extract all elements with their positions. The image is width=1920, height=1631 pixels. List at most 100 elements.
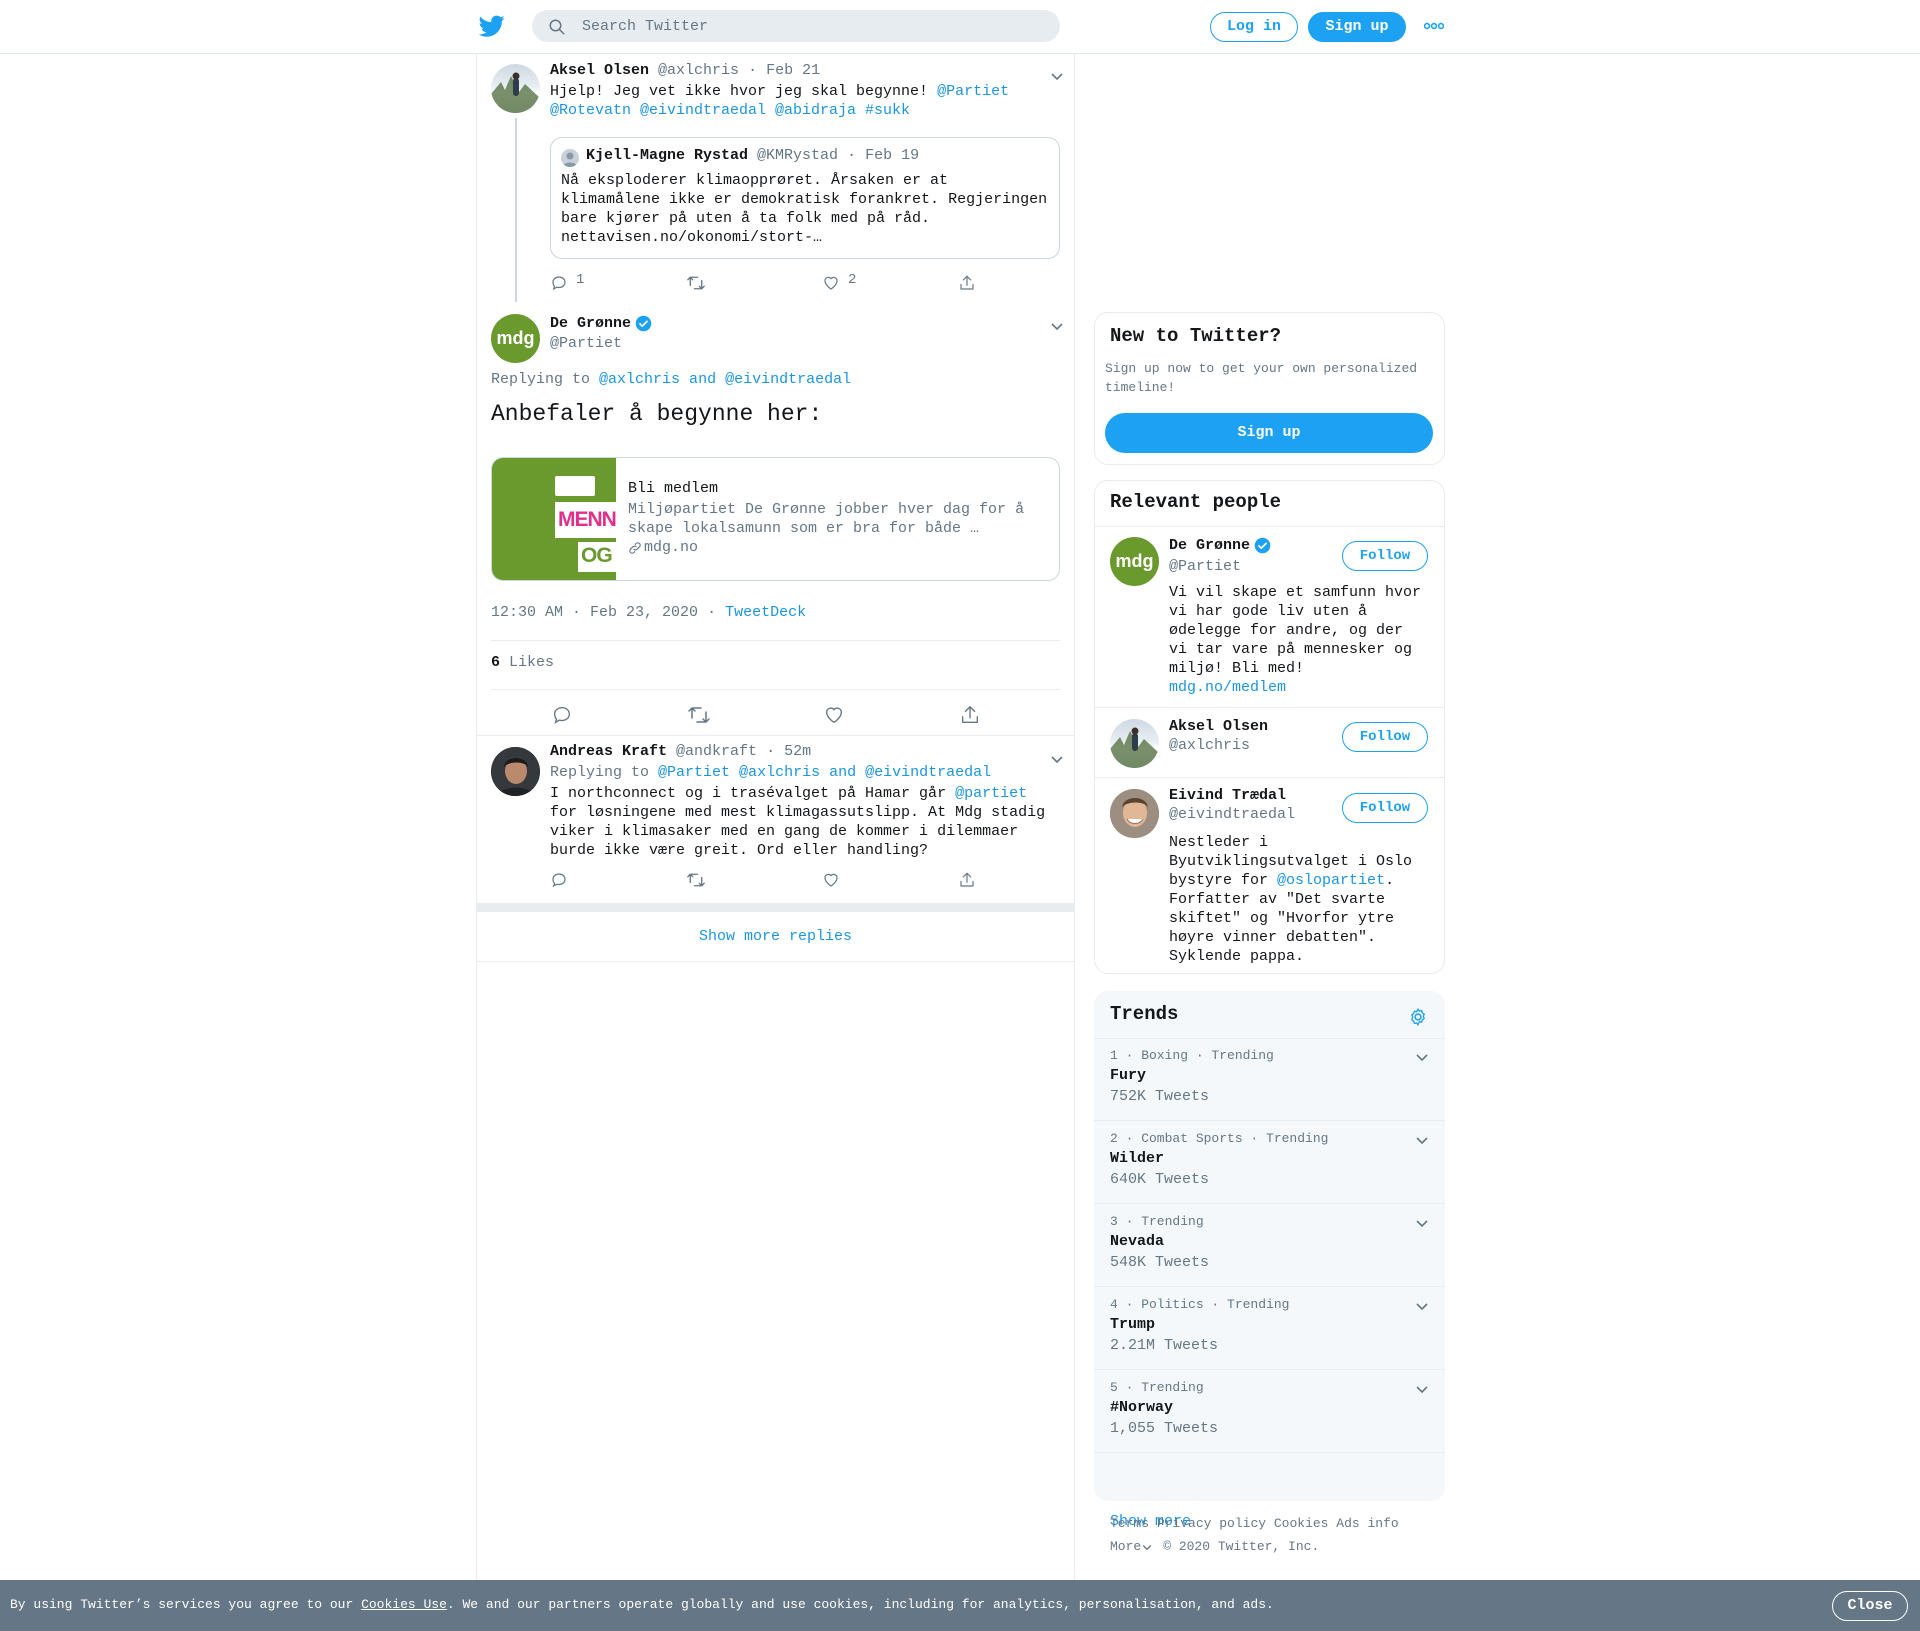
trend-item[interactable]: 1 · Boxing · Trending Fury 752K Tweets [1094, 1039, 1445, 1121]
tweet-timestamp[interactable]: 12:30 AM · Feb 23, 2020 [491, 604, 698, 621]
mention-link[interactable]: @partiet [955, 785, 1027, 802]
link-card-image: MENNES OG M [492, 458, 616, 580]
like-button[interactable] [823, 704, 845, 726]
follow-button[interactable]: Follow [1342, 793, 1428, 823]
footer-link-privacy[interactable]: Privacy policy [1157, 1516, 1266, 1531]
login-button[interactable]: Log in [1210, 12, 1298, 42]
search-box[interactable] [532, 10, 1060, 42]
chevron-down-icon[interactable] [1049, 318, 1065, 334]
mention-link[interactable]: @Partiet [937, 83, 1009, 100]
author-name[interactable]: Andreas Kraft [550, 743, 667, 760]
person-item[interactable]: Aksel Olsen @axlchris Follow [1095, 709, 1444, 778]
show-more-replies-button[interactable]: Show more replies [477, 912, 1074, 962]
share-button[interactable] [959, 704, 981, 726]
avatar-andreas-kraft[interactable] [491, 747, 540, 796]
tweet-date[interactable]: Feb 21 [766, 62, 820, 79]
reply-tweet[interactable]: Andreas Kraft @andkraft · 52m Replying t… [477, 737, 1074, 902]
trend-count: 640K Tweets [1110, 1171, 1210, 1188]
avatar-photo-icon [1110, 789, 1159, 838]
twitter-logo-icon[interactable] [478, 13, 506, 39]
trend-item[interactable]: 2 · Combat Sports · Trending Wilder 640K… [1094, 1122, 1445, 1204]
avatar-photo-icon [1110, 727, 1159, 768]
new-to-twitter-card: New to Twitter? Sign up now to get your … [1094, 312, 1445, 465]
chevron-down-icon[interactable] [1414, 1381, 1430, 1397]
reply-button[interactable] [551, 704, 573, 726]
quoted-author-name: Kjell-Magne Rystad [586, 147, 749, 164]
sidebar-signup-button[interactable]: Sign up [1105, 413, 1433, 453]
chevron-down-icon[interactable] [1414, 1049, 1430, 1065]
follow-button[interactable]: Follow [1342, 722, 1428, 752]
trend-item[interactable]: 4 · Politics · Trending Trump 2.21M Twee… [1094, 1288, 1445, 1370]
trend-meta: 3 · Trending [1110, 1214, 1204, 1229]
more-options-icon[interactable] [1424, 20, 1444, 32]
mention-links[interactable]: @Rotevatn @eivindtraedal @abidraja #sukk [550, 102, 910, 119]
person-name[interactable]: De Grønne [1169, 537, 1250, 554]
tweet-actions [551, 704, 991, 726]
person-bio: Nestleder i Byutviklingsutvalget i Oslo … [1169, 834, 1413, 965]
tweet-actions [550, 871, 990, 893]
signup-button[interactable]: Sign up [1308, 12, 1406, 42]
trend-name: Wilder [1110, 1150, 1165, 1167]
tweet-text: Anbefaler å begynne her: [491, 401, 823, 427]
replying-to-links[interactable]: @axlchris and @eivindtraedal [599, 371, 851, 388]
person-handle[interactable]: @eivindtraedal [1169, 806, 1295, 823]
author-handle[interactable]: @axlchris [658, 62, 739, 79]
person-name[interactable]: Aksel Olsen [1169, 718, 1268, 735]
share-button[interactable] [958, 274, 976, 292]
chevron-down-icon [1142, 1544, 1152, 1550]
chevron-down-icon[interactable] [1414, 1132, 1430, 1148]
cookies-use-link[interactable]: Cookies Use [361, 1597, 447, 1612]
avatar-aksel-olsen[interactable] [491, 64, 540, 113]
close-cookie-button[interactable]: Close [1832, 1591, 1908, 1621]
reply-button[interactable] [550, 871, 568, 889]
share-button[interactable] [958, 871, 976, 889]
author-handle[interactable]: @Partiet [550, 335, 622, 352]
avatar-eivind-traedal[interactable] [1110, 789, 1159, 838]
person-handle[interactable]: @Partiet [1169, 558, 1241, 575]
avatar-aksel-olsen[interactable] [1110, 719, 1159, 768]
tweet-text: Hjelp! Jeg vet ikke hvor jeg skal begynn… [550, 83, 1010, 119]
footer-link-cookies[interactable]: Cookies [1274, 1516, 1329, 1531]
focused-tweet: mdg De Grønne @Partiet Replying to @axlc… [477, 304, 1074, 736]
author-handle[interactable]: @andkraft [676, 743, 757, 760]
person-item[interactable]: Eivind Trædal @eivindtraedal Follow Nest… [1095, 779, 1444, 973]
trend-item[interactable]: 3 · Trending Nevada 548K Tweets [1094, 1205, 1445, 1287]
cookie-consent-bar: By using Twitter’s services you agree to… [0, 1580, 1920, 1631]
footer-more[interactable]: More [1110, 1535, 1153, 1558]
follow-button[interactable]: Follow [1342, 541, 1428, 571]
parent-tweet[interactable]: Aksel Olsen @axlchris · Feb 21 Hjelp! Je… [477, 54, 1074, 304]
retweet-button[interactable] [687, 704, 711, 726]
tweet-date[interactable]: 52m [784, 743, 811, 760]
person-name[interactable]: Eivind Trædal [1169, 787, 1286, 804]
gear-icon[interactable] [1408, 1007, 1428, 1027]
mention-link[interactable]: @oslopartiet [1277, 872, 1385, 889]
avatar-photo-icon [491, 72, 540, 113]
person-item[interactable]: mdg De Grønne @Partiet Follow Vi vil ska… [1095, 527, 1444, 708]
conversation-column: Aksel Olsen @axlchris · Feb 21 Hjelp! Je… [476, 54, 1075, 1580]
retweet-button[interactable] [686, 274, 706, 292]
card-title: Trends [1110, 1003, 1179, 1025]
author-name[interactable]: Aksel Olsen [550, 62, 649, 79]
likes-stat[interactable]: 6 Likes [491, 654, 554, 671]
quoted-tweet[interactable]: Kjell-Magne Rystad @KMRystad · Feb 19 Nå… [550, 137, 1060, 259]
chevron-down-icon[interactable] [1049, 751, 1065, 767]
chevron-down-icon[interactable] [1414, 1215, 1430, 1231]
avatar-de-gronne[interactable]: mdg [1110, 537, 1159, 586]
like-button[interactable]: 2 [822, 272, 856, 292]
author-name[interactable]: De Grønne [550, 315, 631, 332]
tweet-source[interactable]: TweetDeck [725, 604, 806, 621]
footer-link-ads-info[interactable]: Ads info [1336, 1516, 1398, 1531]
person-handle[interactable]: @axlchris [1169, 737, 1250, 754]
like-button[interactable] [822, 871, 840, 889]
link-card[interactable]: MENNES OG M Bli medlem Miljøpartiet De G… [491, 457, 1060, 581]
reply-button[interactable]: 1 [550, 272, 584, 292]
replying-to-links[interactable]: @Partiet @axlchris and @eivindtraedal [658, 764, 991, 781]
avatar-de-gronne[interactable]: mdg [491, 314, 540, 363]
likes-count: 6 [491, 654, 501, 671]
trend-item[interactable]: 5 · Trending #Norway 1,055 Tweets [1094, 1371, 1445, 1453]
chevron-down-icon[interactable] [1414, 1298, 1430, 1314]
retweet-button[interactable] [686, 871, 706, 889]
search-input[interactable] [582, 10, 1042, 42]
bio-link[interactable]: mdg.no/medlem [1169, 678, 1434, 697]
footer-link-terms[interactable]: Terms [1110, 1516, 1149, 1531]
